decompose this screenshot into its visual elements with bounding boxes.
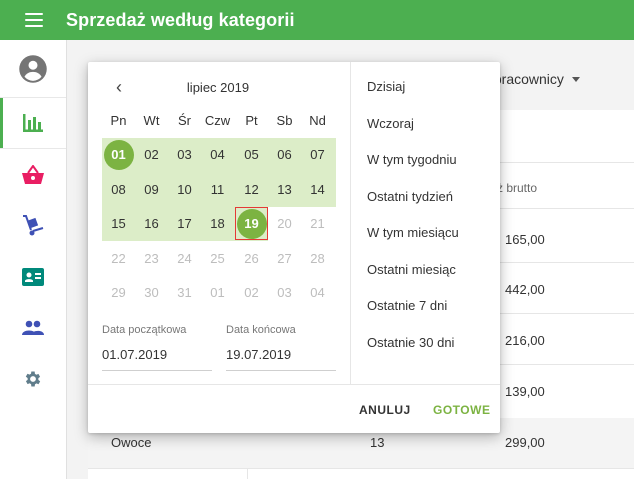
column-header-gross: ż brutto bbox=[497, 181, 538, 195]
gear-icon bbox=[25, 371, 41, 386]
calendar-day-disabled: 28 bbox=[310, 251, 325, 266]
sidebar-item-settings[interactable] bbox=[0, 353, 66, 404]
weekday-label: Czw bbox=[204, 113, 231, 128]
calendar-day-disabled: 01 bbox=[210, 285, 225, 300]
calendar-day-disabled: 21 bbox=[310, 216, 325, 231]
calendar-day[interactable]: 07 bbox=[301, 138, 334, 171]
preset-this-month[interactable]: W tym miesiącu bbox=[367, 225, 459, 240]
cell-category: Owoce bbox=[111, 435, 152, 450]
cell-quantity: 13 bbox=[370, 435, 385, 450]
calendar-day-range-start[interactable]: 01 bbox=[102, 138, 135, 171]
weekday-label: Pt bbox=[245, 113, 258, 128]
date-range-dialog: ‹ lipiec 2019 Pn Wt Śr Czw Pt Sb Nd 01 0… bbox=[88, 62, 500, 433]
calendar-day[interactable]: 14 bbox=[301, 173, 334, 206]
sidebar-item-employees[interactable] bbox=[0, 302, 66, 353]
menu-button[interactable] bbox=[14, 0, 54, 40]
preset-last-7-days[interactable]: Ostatnie 7 dni bbox=[367, 298, 447, 313]
weekday-label: Sb bbox=[276, 113, 293, 128]
table-row-line bbox=[88, 468, 634, 469]
sidebar-item-warehouse[interactable] bbox=[0, 200, 66, 251]
sidebar-item-account[interactable] bbox=[0, 40, 66, 98]
sidebar bbox=[0, 40, 67, 479]
page-title: Sprzedaż według kategorii bbox=[66, 9, 295, 30]
calendar-day[interactable]: 16 bbox=[135, 207, 168, 240]
end-date-input[interactable]: 19.07.2019 bbox=[226, 347, 336, 371]
preset-yesterday[interactable]: Wczoraj bbox=[367, 116, 414, 131]
preset-last-week[interactable]: Ostatni tydzień bbox=[367, 189, 453, 204]
people-icon bbox=[22, 320, 44, 335]
calendar-day[interactable]: 04 bbox=[201, 138, 234, 171]
cell-value: 442,00 bbox=[505, 282, 545, 297]
app-bar: Sprzedaż według kategorii bbox=[0, 0, 634, 40]
account-circle-icon bbox=[19, 54, 47, 83]
calendar-day[interactable]: 05 bbox=[235, 138, 268, 171]
basket-icon bbox=[22, 164, 44, 184]
calendar-day[interactable]: 10 bbox=[168, 173, 201, 206]
dropdown-arrow-icon bbox=[571, 76, 580, 82]
calendar-day-disabled: 23 bbox=[144, 251, 159, 266]
calendar-day[interactable]: 09 bbox=[135, 173, 168, 206]
calendar-day[interactable]: 18 bbox=[201, 207, 234, 240]
weekday-label: Pn bbox=[110, 113, 127, 128]
calendar: ‹ lipiec 2019 Pn Wt Śr Czw Pt Sb Nd 01 0… bbox=[88, 62, 350, 384]
month-label: lipiec 2019 bbox=[186, 80, 250, 95]
calendar-day-disabled: 02 bbox=[244, 285, 259, 300]
chevron-left-icon: ‹ bbox=[116, 76, 122, 97]
cancel-button[interactable]: ANULUJ bbox=[359, 403, 411, 417]
cell-value: 216,00 bbox=[505, 333, 545, 348]
calendar-day[interactable]: 12 bbox=[235, 173, 268, 206]
weekday-label: Śr bbox=[178, 113, 191, 128]
preset-this-week[interactable]: W tym tygodniu bbox=[367, 152, 457, 167]
hamburger-icon bbox=[25, 13, 43, 27]
calendar-day-disabled: 26 bbox=[244, 251, 259, 266]
calendar-day-disabled: 30 bbox=[144, 285, 159, 300]
end-date-label: Data końcowa bbox=[226, 324, 296, 336]
start-date-field[interactable]: Data początkowa 01.07.2019 bbox=[102, 324, 212, 371]
start-date-input[interactable]: 01.07.2019 bbox=[102, 347, 212, 371]
preset-last-month[interactable]: Ostatni miesiąc bbox=[367, 262, 456, 277]
calendar-day[interactable]: 17 bbox=[168, 207, 201, 240]
calendar-day-range-end[interactable]: 19 bbox=[235, 207, 268, 240]
calendar-day-disabled: 27 bbox=[277, 251, 292, 266]
calendar-day[interactable]: 08 bbox=[102, 173, 135, 206]
cell-value: 299,00 bbox=[505, 435, 545, 450]
calendar-day-disabled: 03 bbox=[277, 285, 292, 300]
calendar-day[interactable]: 02 bbox=[135, 138, 168, 171]
sidebar-item-contacts[interactable] bbox=[0, 251, 66, 302]
calendar-day-disabled: 24 bbox=[177, 251, 192, 266]
calendar-day[interactable]: 06 bbox=[268, 138, 301, 171]
id-card-icon bbox=[22, 267, 44, 286]
sidebar-item-sales[interactable] bbox=[0, 149, 66, 200]
calendar-day-disabled: 04 bbox=[310, 285, 325, 300]
calendar-day-disabled: 29 bbox=[111, 285, 126, 300]
calendar-day-disabled: 22 bbox=[111, 251, 126, 266]
sidebar-item-reports[interactable] bbox=[0, 98, 66, 149]
weekday-label: Wt bbox=[143, 113, 160, 128]
preset-last-30-days[interactable]: Ostatnie 30 dni bbox=[367, 335, 454, 350]
preset-today[interactable]: Dzisiaj bbox=[367, 79, 405, 94]
calendar-day[interactable]: 03 bbox=[168, 138, 201, 171]
done-button[interactable]: GOTOWE bbox=[433, 403, 490, 417]
range-presets: Dzisiaj Wczoraj W tym tygodniu Ostatni t… bbox=[350, 62, 500, 384]
start-date-label: Data początkowa bbox=[102, 324, 187, 336]
bar-chart-icon bbox=[23, 114, 43, 132]
prev-month-button[interactable]: ‹ bbox=[110, 76, 128, 97]
calendar-day-disabled: 20 bbox=[277, 216, 292, 231]
cell-value: 139,00 bbox=[505, 384, 545, 399]
calendar-day[interactable]: 11 bbox=[201, 173, 234, 206]
calendar-day[interactable]: 13 bbox=[268, 173, 301, 206]
calendar-day-disabled: 31 bbox=[177, 285, 192, 300]
end-date-field[interactable]: Data końcowa 19.07.2019 bbox=[226, 324, 336, 371]
cell-value: 165,00 bbox=[505, 232, 545, 247]
weekday-label: Nd bbox=[309, 113, 326, 128]
calendar-day-disabled: 25 bbox=[210, 251, 225, 266]
dialog-actions: ANULUJ GOTOWE bbox=[88, 384, 500, 433]
hand-truck-icon bbox=[23, 214, 44, 235]
calendar-day[interactable]: 15 bbox=[102, 207, 135, 240]
